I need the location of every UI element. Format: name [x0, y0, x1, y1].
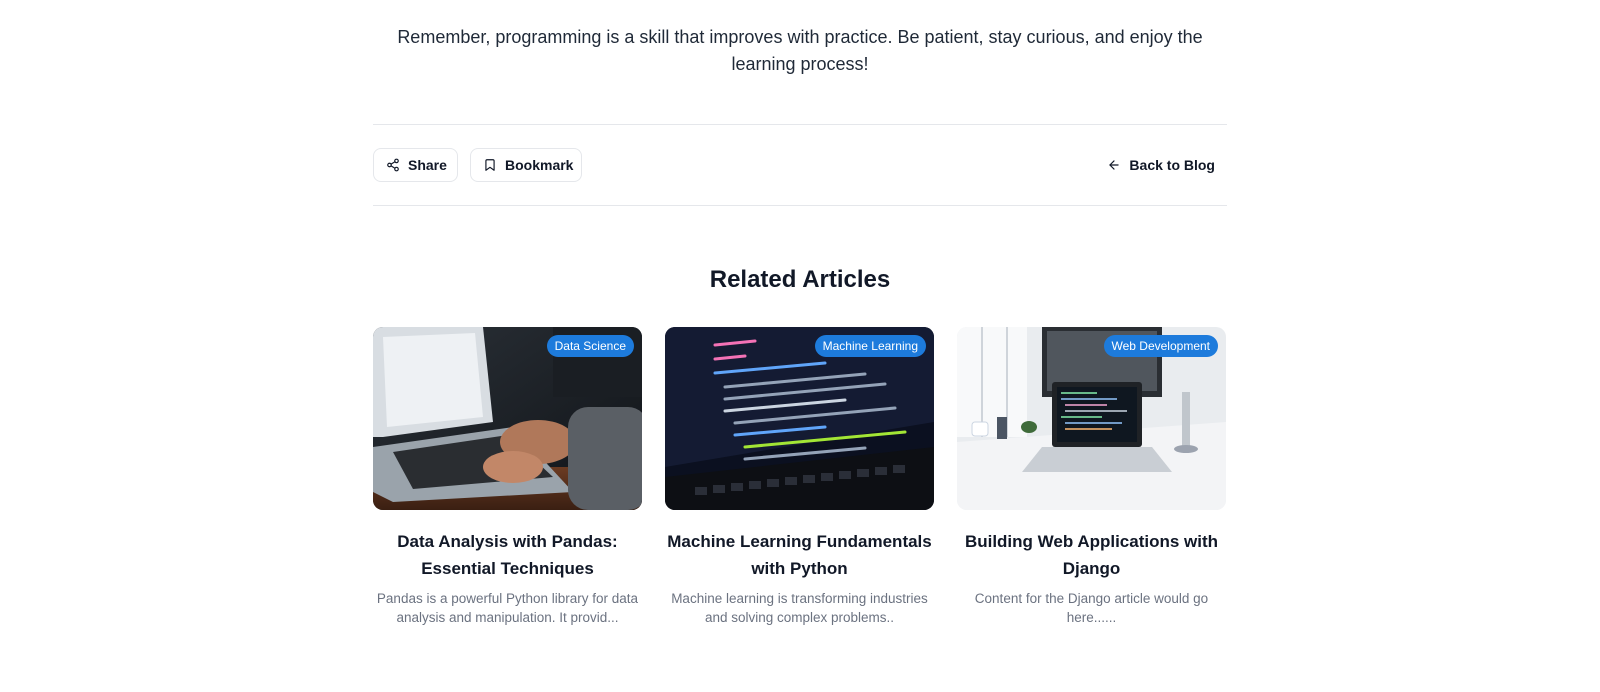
- article-thumbnail[interactable]: Data Science: [373, 327, 642, 510]
- article-closing-text: Remember, programming is a skill that im…: [397, 27, 1203, 74]
- related-article-card[interactable]: Data Science Data Analysis with Pandas: …: [373, 327, 642, 627]
- category-badge[interactable]: Data Science: [546, 335, 634, 357]
- share-icon: [387, 158, 399, 172]
- article-title[interactable]: Building Web Applications with Django: [957, 528, 1226, 582]
- article-thumbnail[interactable]: Machine Learning: [665, 327, 934, 510]
- bookmark-label: Bookmark: [505, 157, 574, 173]
- arrow-left-icon: [1109, 160, 1120, 170]
- article-excerpt: Pandas is a powerful Python library for …: [376, 591, 639, 625]
- divider: [373, 205, 1227, 206]
- category-badge[interactable]: Machine Learning: [814, 335, 926, 357]
- related-article-card[interactable]: Web Development Building Web Application…: [957, 327, 1226, 627]
- back-to-blog-label: Back to Blog: [1129, 157, 1215, 173]
- share-button[interactable]: Share: [373, 148, 458, 182]
- article-thumbnail[interactable]: Web Development: [957, 327, 1226, 510]
- category-badge[interactable]: Web Development: [1103, 335, 1218, 357]
- divider: [373, 124, 1227, 125]
- related-articles-heading: Related Articles: [709, 266, 891, 293]
- article-excerpt: Content for the Django article would go …: [974, 591, 1209, 625]
- article-title[interactable]: Data Analysis with Pandas: Essential Tec…: [373, 528, 642, 582]
- related-article-card[interactable]: Machine Learning Machine Learning Fundam…: [665, 327, 934, 627]
- article-excerpt: Machine learning is transforming industr…: [671, 591, 928, 625]
- bookmark-button[interactable]: Bookmark: [470, 148, 582, 182]
- back-to-blog-link[interactable]: Back to Blog: [1107, 148, 1215, 182]
- article-actions: Share Bookmark Back to Blog: [373, 148, 1227, 182]
- bookmark-icon: [485, 159, 495, 171]
- article-title[interactable]: Machine Learning Fundamentals with Pytho…: [665, 528, 934, 582]
- share-label: Share: [408, 157, 447, 173]
